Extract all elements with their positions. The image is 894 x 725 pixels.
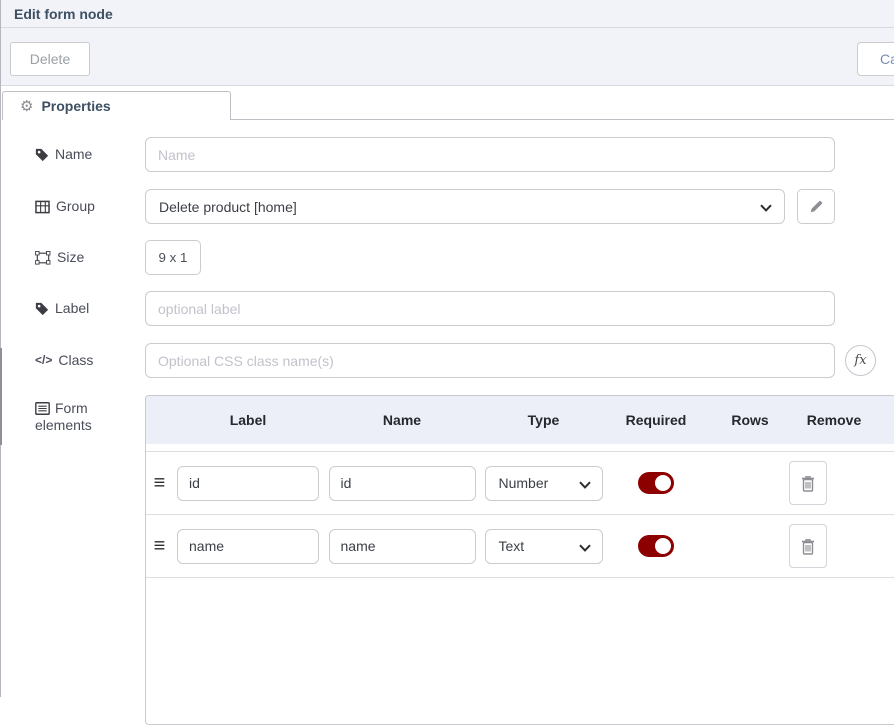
element-name-input[interactable] (329, 529, 476, 564)
element-type-value: Number (499, 475, 549, 491)
group-edit-button[interactable] (797, 189, 835, 224)
col-header-rows: Rows (706, 412, 794, 428)
col-header-remove: Remove (794, 412, 874, 428)
element-label-input[interactable] (177, 529, 319, 564)
class-input[interactable] (145, 343, 835, 378)
group-label: Group (35, 198, 95, 215)
dialog-toolbar: Delete Cancel (0, 28, 894, 86)
required-toggle[interactable] (638, 535, 674, 557)
size-button[interactable]: 9 x 1 (145, 240, 201, 275)
form-element-row: ≡ Number (146, 452, 894, 515)
size-label: Size (35, 249, 84, 266)
element-type-select[interactable]: Text (485, 529, 603, 564)
tab-bar: ⚙ Properties (0, 86, 894, 120)
toggle-knob (655, 475, 671, 491)
drag-handle-icon[interactable]: ≡ (154, 473, 166, 493)
col-header-label: Label (173, 412, 323, 428)
col-header-name: Name (323, 412, 481, 428)
tag-icon (35, 302, 49, 316)
drag-handle-icon[interactable]: ≡ (154, 536, 166, 556)
cancel-button[interactable]: Cancel (857, 42, 894, 76)
chevron-down-icon (760, 204, 772, 212)
required-toggle[interactable] (638, 472, 674, 494)
table-icon (35, 200, 50, 214)
remove-row-button[interactable] (789, 461, 827, 505)
form-elements-table: Label Name Type Required Rows Remove ≡ N… (145, 395, 894, 725)
tab-properties[interactable]: ⚙ Properties (2, 91, 231, 120)
fx-button[interactable]: fx (845, 345, 876, 376)
table-header-row: Label Name Type Required Rows Remove (146, 396, 894, 444)
form-elements-label: Form elements (35, 400, 111, 434)
element-name-input[interactable] (329, 466, 476, 501)
tabbar-divider (231, 119, 894, 120)
label-input[interactable] (145, 291, 835, 326)
name-label: Name (35, 146, 92, 163)
list-alt-icon (35, 402, 50, 415)
trash-icon (800, 474, 816, 493)
chevron-down-icon (579, 481, 591, 489)
panel-scrollbar-thumb[interactable] (0, 348, 2, 445)
group-select[interactable]: Delete product [home] (145, 189, 785, 224)
remove-row-button[interactable] (789, 524, 827, 568)
toggle-knob (655, 538, 671, 554)
tab-properties-label: Properties (41, 98, 110, 114)
dialog-titlebar: Edit form node (0, 0, 894, 28)
dialog-title: Edit form node (14, 6, 113, 22)
chevron-down-icon (579, 544, 591, 552)
col-header-required: Required (606, 412, 706, 428)
class-label: </> Class (35, 352, 93, 369)
object-group-icon (35, 251, 51, 265)
tag-icon (35, 148, 49, 162)
name-input[interactable] (145, 137, 835, 172)
label-label: Label (35, 300, 89, 317)
delete-button[interactable]: Delete (10, 42, 90, 76)
element-type-select[interactable]: Number (485, 466, 603, 501)
code-icon: </> (35, 352, 52, 369)
col-header-type: Type (481, 412, 606, 428)
trash-icon (800, 537, 816, 556)
pencil-icon (809, 200, 823, 214)
gear-icon: ⚙ (20, 99, 33, 114)
group-select-value: Delete product [home] (159, 199, 297, 215)
form-element-row: ≡ Text (146, 515, 894, 578)
form-elements-list: ≡ Number ≡ Text (146, 451, 894, 578)
element-type-value: Text (499, 538, 525, 554)
element-label-input[interactable] (177, 466, 319, 501)
